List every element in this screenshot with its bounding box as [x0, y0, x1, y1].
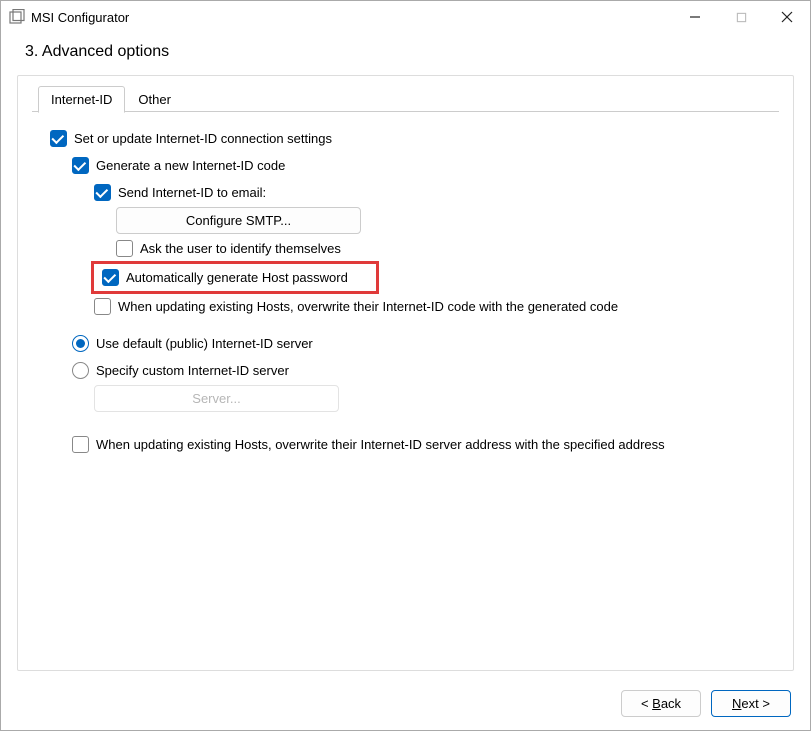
back-button[interactable]: < Back	[621, 690, 701, 717]
tab-internet-id[interactable]: Internet-ID	[38, 86, 125, 113]
tab-other[interactable]: Other	[125, 86, 184, 113]
label-auto-password: Automatically generate Host password	[126, 270, 348, 285]
window-controls	[672, 1, 810, 33]
checkbox-overwrite-code[interactable]	[94, 298, 111, 315]
tab-strip: Internet-ID Other	[18, 76, 793, 112]
checkbox-ask-user[interactable]	[116, 240, 133, 257]
server-input: Server...	[94, 385, 339, 412]
page-subtitle: 3. Advanced options	[1, 33, 810, 69]
minimize-button[interactable]	[672, 1, 718, 33]
row-ask-user[interactable]: Ask the user to identify themselves	[116, 240, 771, 257]
label-overwrite-server: When updating existing Hosts, overwrite …	[96, 437, 665, 452]
checkbox-send-email[interactable]	[94, 184, 111, 201]
tab-panel-internet-id: Set or update Internet-ID connection set…	[18, 112, 793, 465]
maximize-button	[718, 1, 764, 33]
label-generate-code: Generate a new Internet-ID code	[96, 158, 285, 173]
checkbox-generate-code[interactable]	[72, 157, 89, 174]
label-send-email: Send Internet-ID to email:	[118, 185, 266, 200]
radio-use-default-server[interactable]	[72, 335, 89, 352]
label-overwrite-code: When updating existing Hosts, overwrite …	[118, 299, 618, 314]
label-use-default-server: Use default (public) Internet-ID server	[96, 336, 313, 351]
close-button[interactable]	[764, 1, 810, 33]
checkbox-overwrite-server[interactable]	[72, 436, 89, 453]
configure-smtp-button[interactable]: Configure SMTP...	[116, 207, 361, 234]
label-specify-server: Specify custom Internet-ID server	[96, 363, 289, 378]
checkbox-set-internet-id[interactable]	[50, 130, 67, 147]
radio-specify-server[interactable]	[72, 362, 89, 379]
titlebar: MSI Configurator	[1, 1, 810, 33]
highlight-auto-password: Automatically generate Host password	[91, 261, 379, 294]
row-send-email[interactable]: Send Internet-ID to email:	[94, 184, 771, 201]
checkbox-auto-password[interactable]	[102, 269, 119, 286]
app-icon	[9, 9, 25, 25]
wizard-footer: < Back Next >	[621, 690, 791, 717]
label-set-internet-id: Set or update Internet-ID connection set…	[74, 131, 332, 146]
row-generate-code[interactable]: Generate a new Internet-ID code	[72, 157, 771, 174]
row-use-default-server[interactable]: Use default (public) Internet-ID server	[72, 335, 771, 352]
content-panel: Internet-ID Other Set or update Internet…	[17, 75, 794, 671]
row-overwrite-code[interactable]: When updating existing Hosts, overwrite …	[94, 298, 771, 315]
row-specify-server[interactable]: Specify custom Internet-ID server	[72, 362, 771, 379]
next-button[interactable]: Next >	[711, 690, 791, 717]
row-set-internet-id[interactable]: Set or update Internet-ID connection set…	[50, 130, 771, 147]
row-overwrite-server[interactable]: When updating existing Hosts, overwrite …	[72, 436, 771, 453]
label-ask-user: Ask the user to identify themselves	[140, 241, 341, 256]
window-title: MSI Configurator	[31, 10, 129, 25]
